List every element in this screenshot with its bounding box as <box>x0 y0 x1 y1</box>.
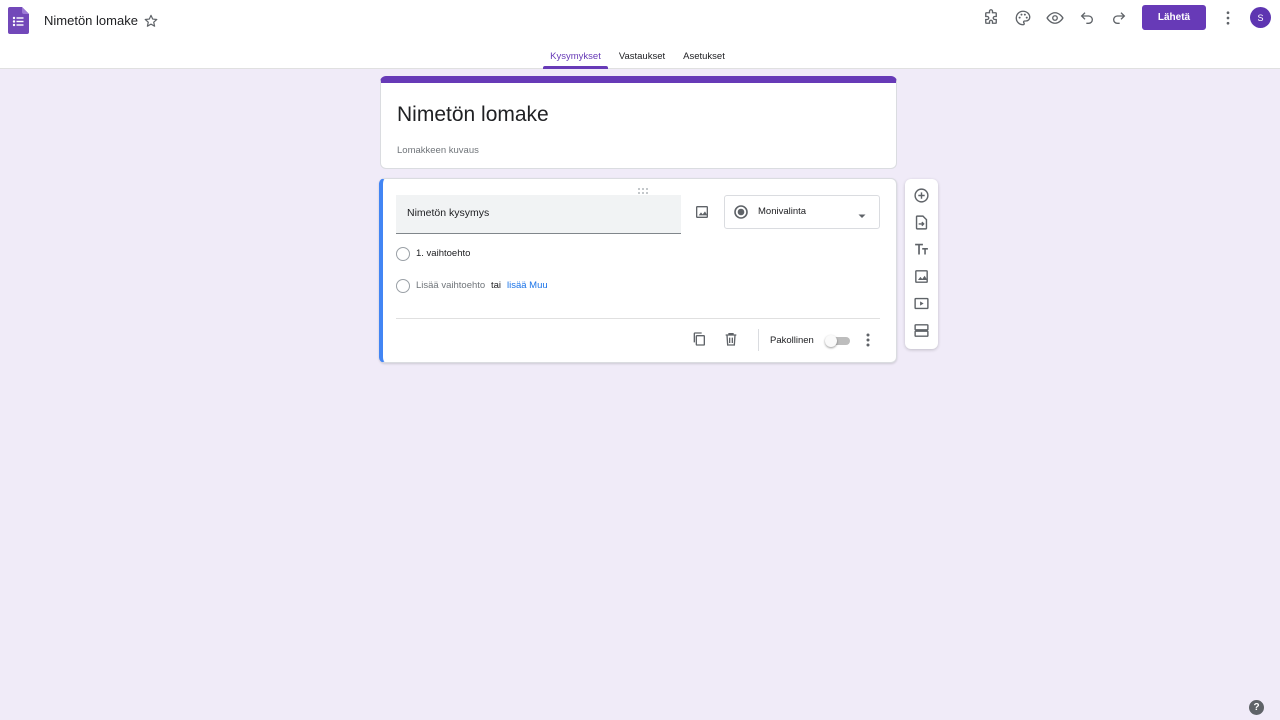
required-label: Pakollinen <box>770 335 814 346</box>
undo-icon[interactable] <box>1077 8 1097 28</box>
add-section-icon[interactable] <box>913 322 930 339</box>
add-question-icon[interactable] <box>913 187 930 204</box>
avatar[interactable]: S <box>1250 7 1271 28</box>
add-image-icon[interactable] <box>913 268 930 285</box>
duplicate-icon[interactable] <box>691 331 707 347</box>
addon-icon[interactable] <box>981 8 1001 28</box>
add-title-icon[interactable] <box>913 241 930 258</box>
option-label[interactable]: 1. vaihtoehto <box>416 248 470 259</box>
or-label: tai <box>491 280 502 291</box>
palette-icon[interactable] <box>1013 8 1033 28</box>
add-video-icon[interactable] <box>913 295 930 312</box>
more-vert-icon[interactable] <box>1219 9 1237 27</box>
question-more-icon[interactable] <box>861 332 875 348</box>
dropdown-arrow-icon <box>857 208 867 218</box>
toggle-thumb <box>825 335 837 347</box>
required-toggle[interactable] <box>825 335 851 347</box>
form-title-card[interactable]: Nimetön lomake Lomakkeen kuvaus <box>380 76 897 169</box>
question-type-dropdown[interactable]: Monivalinta <box>724 195 880 229</box>
form-title[interactable]: Nimetön lomake <box>397 103 549 127</box>
add-other-link[interactable]: lisää Muu <box>507 280 548 291</box>
document-title[interactable]: Nimetön lomake <box>44 13 138 29</box>
help-icon[interactable]: ? <box>1249 700 1264 715</box>
drag-handle-icon[interactable] <box>637 182 649 194</box>
delete-icon[interactable] <box>723 331 739 347</box>
option-row: 1. vaihtoehto <box>396 246 596 262</box>
question-card[interactable]: Nimetön kysymys Monivalinta 1. vaihtoeht… <box>379 178 897 363</box>
add-option-row: Lisää vaihtoehto tai lisää Muu <box>396 278 636 294</box>
star-icon[interactable] <box>143 13 159 29</box>
preview-eye-icon[interactable] <box>1045 8 1065 28</box>
redo-icon[interactable] <box>1109 8 1129 28</box>
question-type-label: Monivalinta <box>758 206 807 217</box>
tab-questions[interactable]: Kysymykset <box>543 46 608 69</box>
question-title-input[interactable]: Nimetön kysymys <box>396 195 681 234</box>
add-option-field[interactable]: Lisää vaihtoehto <box>416 280 485 291</box>
tab-bar: Kysymykset Vastaukset Asetukset <box>0 46 1280 69</box>
send-button[interactable]: Lähetä <box>1142 5 1206 30</box>
add-image-icon[interactable] <box>694 204 710 220</box>
import-questions-icon[interactable] <box>913 214 930 231</box>
tab-settings[interactable]: Asetukset <box>678 46 730 69</box>
divider <box>396 318 880 319</box>
radio-icon <box>396 247 410 261</box>
form-description-field[interactable]: Lomakkeen kuvaus <box>397 145 479 156</box>
tab-responses[interactable]: Vastaukset <box>614 46 670 69</box>
app-header: Nimetön lomake Lähetä S Kysymykset Vasta… <box>0 0 1280 69</box>
forms-logo-icon[interactable] <box>8 7 29 34</box>
side-toolbar <box>905 179 938 349</box>
radio-icon <box>396 279 410 293</box>
footer-separator <box>758 329 759 351</box>
radio-button-checked-icon <box>734 205 748 219</box>
